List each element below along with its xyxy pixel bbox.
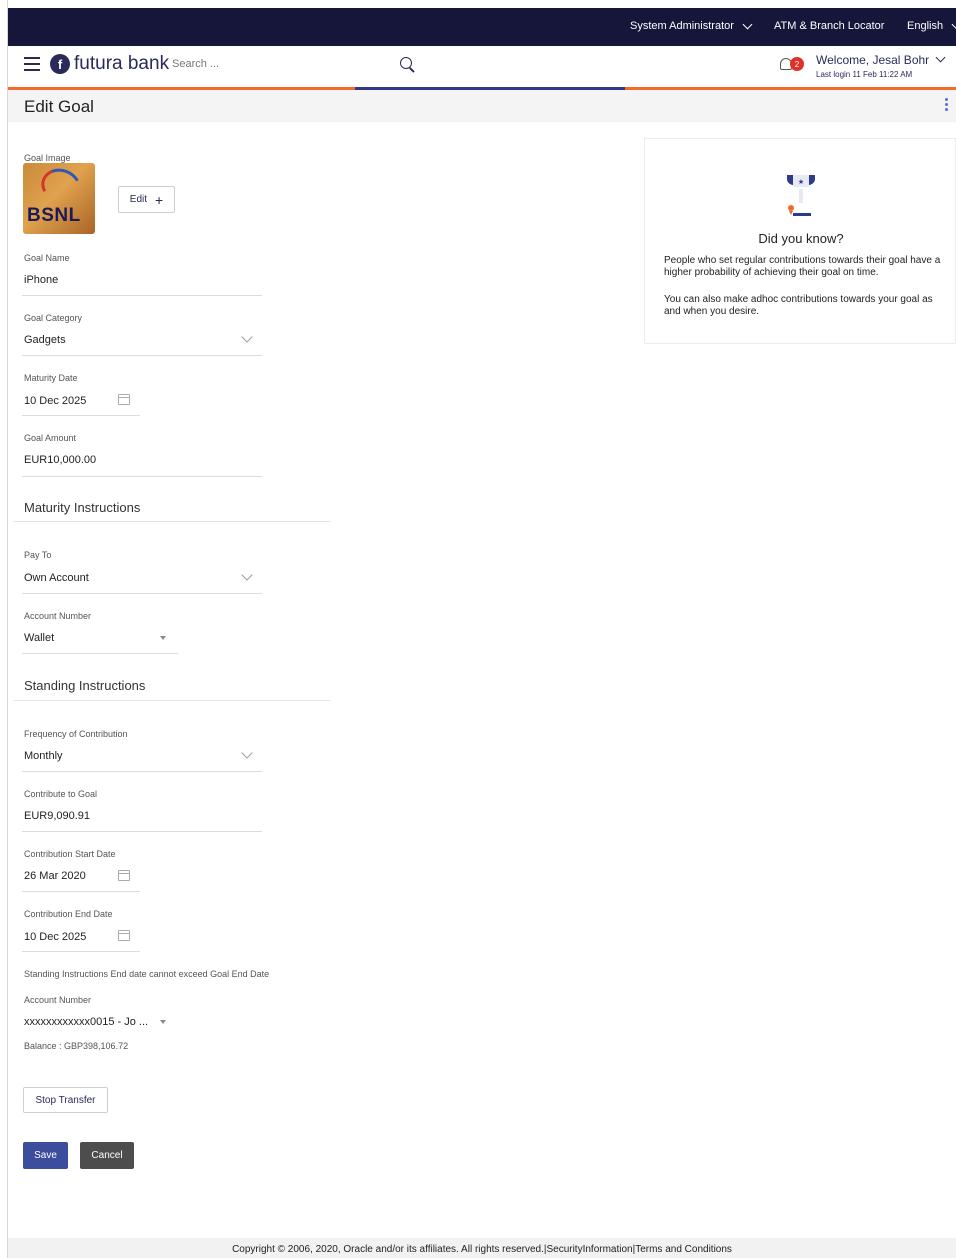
field-underline (22, 295, 262, 296)
chevron-down-icon[interactable] (241, 331, 253, 343)
calendar-icon[interactable] (118, 870, 130, 881)
more-options-icon[interactable] (945, 98, 948, 113)
field-underline (22, 653, 178, 654)
maturity-account-number-label: Account Number (24, 611, 92, 621)
did-you-know-paragraph-2: You can also make adhoc contributions to… (664, 294, 933, 317)
stop-transfer-button[interactable]: Stop Transfer (23, 1087, 108, 1113)
maturity-date-field[interactable]: 10 Dec 2025 (24, 395, 86, 407)
chevron-down-icon[interactable] (241, 569, 253, 581)
maturity-account-number-select[interactable]: Wallet (24, 632, 54, 644)
chevron-down-icon[interactable] (935, 52, 946, 63)
frequency-label: Frequency of Contribution (24, 729, 128, 739)
field-underline (22, 831, 262, 832)
search-icon[interactable] (400, 57, 412, 69)
contribute-to-goal-label: Contribute to Goal (24, 789, 98, 799)
balance-text: Balance : GBP398,106.72 (24, 1041, 129, 1051)
goal-category-select[interactable]: Gadgets (24, 334, 66, 346)
field-underline (22, 476, 262, 477)
contribution-end-date-label: Contribution End Date (24, 909, 113, 919)
pay-to-select[interactable]: Own Account (24, 572, 89, 584)
frequency-select[interactable]: Monthly (24, 750, 63, 762)
calendar-icon[interactable] (118, 394, 130, 405)
language-menu[interactable]: English (907, 19, 956, 32)
role-menu[interactable]: System Administrator (630, 19, 753, 32)
field-underline (22, 951, 140, 952)
last-login-text: Last login 11 Feb 11:22 AM (816, 70, 913, 79)
contribute-to-goal-field[interactable]: EUR9,090.91 (24, 810, 90, 822)
field-underline (22, 771, 262, 772)
section-divider (14, 521, 330, 522)
language-label: English (907, 20, 944, 32)
footer-copyright-text: Copyright © 2006, 2020, Oracle and/or it… (232, 1244, 732, 1255)
goal-image: BSNL (23, 163, 95, 234)
did-you-know-card: ★ Did you know? People who set regular c… (644, 138, 956, 344)
page-title-bar: Edit Goal (8, 90, 956, 122)
standing-instructions-heading: Standing Instructions (24, 678, 146, 693)
top-bar: System Administrator ATM & Branch Locato… (8, 8, 956, 46)
save-button[interactable]: Save (23, 1142, 68, 1169)
edit-image-label: Edit (129, 194, 148, 205)
notification-badge[interactable]: 2 (790, 57, 804, 71)
field-underline (22, 593, 262, 594)
contribution-start-date-label: Contribution Start Date (24, 849, 116, 859)
pay-to-label: Pay To (24, 550, 52, 560)
page-frame (0, 0, 8, 1258)
field-underline (22, 891, 140, 892)
contribution-end-date-field[interactable]: 10 Dec 2025 (24, 931, 86, 943)
caret-down-icon[interactable] (160, 1020, 166, 1024)
chevron-down-icon (951, 19, 956, 29)
calendar-icon[interactable] (118, 930, 130, 941)
svg-text:★: ★ (798, 178, 804, 186)
brand-logo[interactable]: f futura bank (50, 53, 169, 75)
standing-instructions-note: Standing Instructions End date cannot ex… (24, 969, 270, 979)
goal-name-field[interactable]: iPhone (24, 274, 58, 286)
cancel-button[interactable]: Cancel (80, 1142, 134, 1169)
header: f futura bank Search ... 2 Welcome, Jesa… (8, 46, 956, 88)
search-input[interactable]: Search ... (172, 58, 219, 70)
footer: Copyright © 2006, 2020, Oracle and/or it… (8, 1238, 956, 1258)
maturity-date-label: Maturity Date (24, 373, 78, 383)
field-underline (22, 355, 262, 356)
standing-account-number-select[interactable]: xxxxxxxxxxxx0015 - Jo ... (24, 1016, 148, 1028)
standing-account-number-label: Account Number (24, 995, 92, 1005)
goal-image-label: Goal Image (24, 153, 71, 163)
goal-image-text: BSNL (27, 205, 81, 226)
field-underline (22, 415, 140, 416)
section-divider (14, 700, 330, 701)
did-you-know-paragraph-1: People who set regular contributions tow… (664, 255, 941, 278)
goal-amount-label: Goal Amount (24, 433, 77, 443)
welcome-user-menu[interactable]: Welcome, Jesal Bohr (816, 53, 929, 67)
caret-down-icon[interactable] (160, 636, 166, 640)
brand-name: futura bank (74, 53, 170, 74)
atm-branch-locator-link[interactable]: ATM & Branch Locator (774, 20, 884, 32)
hamburger-menu-icon[interactable] (24, 57, 40, 71)
bsnl-logo-icon (36, 163, 86, 209)
brand-logo-icon: f (50, 54, 70, 74)
trophy-icon: ★ (787, 175, 815, 216)
chevron-down-icon[interactable] (241, 747, 253, 759)
page-title: Edit Goal (24, 97, 94, 116)
edit-image-button[interactable]: Edit + (118, 186, 175, 213)
goal-amount-field[interactable]: EUR10,000.00 (24, 454, 96, 466)
chevron-down-icon (742, 19, 753, 29)
maturity-instructions-heading: Maturity Instructions (24, 500, 141, 515)
contribution-start-date-field[interactable]: 26 Mar 2020 (24, 870, 86, 882)
atm-branch-locator-label: ATM & Branch Locator (774, 20, 885, 32)
did-you-know-title: Did you know? (758, 231, 844, 246)
goal-category-label: Goal Category (24, 313, 83, 323)
goal-name-label: Goal Name (24, 253, 70, 263)
plus-icon: + (155, 191, 164, 208)
role-label: System Administrator (630, 20, 734, 32)
